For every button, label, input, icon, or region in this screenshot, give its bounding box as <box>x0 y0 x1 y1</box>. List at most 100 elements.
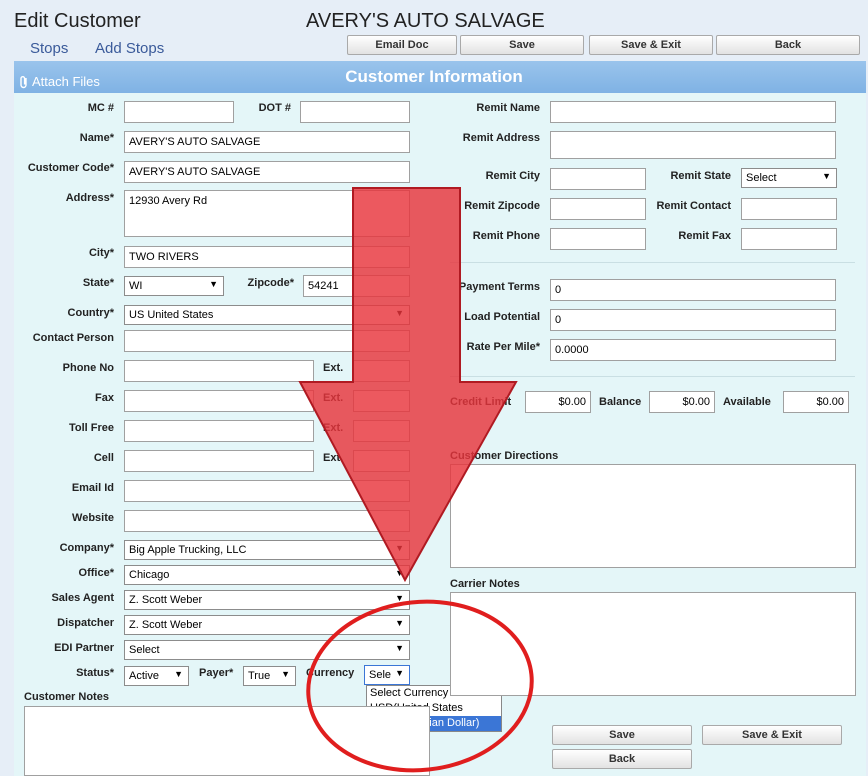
payment-terms-input[interactable]: 0 <box>550 279 836 301</box>
remit-contact-input[interactable] <box>741 198 837 220</box>
save-button-top[interactable]: Save <box>460 35 584 55</box>
remit-name-input[interactable] <box>550 101 836 123</box>
website-input[interactable] <box>124 510 410 532</box>
payer-select[interactable]: True ▼ <box>243 666 296 686</box>
carrier-notes-label: Carrier Notes <box>450 578 520 590</box>
phone-ext-input[interactable] <box>353 360 410 382</box>
sales-agent-select[interactable]: Z. Scott Weber ▼ <box>124 590 410 610</box>
email-doc-button[interactable]: Email Doc <box>347 35 457 55</box>
remit-city-label: Remit City <box>485 170 540 182</box>
fax-ext-input[interactable] <box>353 390 410 412</box>
company-name-heading: AVERY'S AUTO SALVAGE <box>306 10 545 32</box>
contact-person-label: Contact Person <box>32 332 114 344</box>
payment-terms-label: Payment Terms <box>458 281 540 293</box>
name-input[interactable]: AVERY'S AUTO SALVAGE <box>124 131 410 153</box>
dropdown-arrow-icon: ▼ <box>395 568 404 578</box>
dot-label: DOT # <box>258 102 291 114</box>
back-button-bottom[interactable]: Back <box>552 749 692 769</box>
fax-input[interactable] <box>124 390 314 412</box>
remit-state-select[interactable]: Select ▼ <box>741 168 837 188</box>
dropdown-arrow-icon: ▼ <box>395 618 404 628</box>
office-select[interactable]: Chicago ▼ <box>124 565 410 585</box>
country-select[interactable]: US United States ▼ <box>124 305 410 325</box>
remit-phone-label: Remit Phone <box>472 230 540 242</box>
remit-state-label: Remit State <box>670 170 731 182</box>
credit-limit-label: Credit Limit <box>450 396 512 408</box>
city-label: City* <box>88 247 114 259</box>
rate-per-mile-input[interactable]: 0.0000 <box>550 339 836 361</box>
available-label: Available <box>723 396 771 408</box>
state-select[interactable]: WI ▼ <box>124 276 224 296</box>
edi-partner-select[interactable]: Select ▼ <box>124 640 410 660</box>
name-label: Name* <box>79 132 114 144</box>
fax-ext-label: Ext. <box>323 392 344 404</box>
contact-person-input[interactable] <box>124 330 410 352</box>
fax-label: Fax <box>95 392 114 404</box>
currency-label: Currency <box>306 667 355 679</box>
credit-limit-input[interactable]: $0.00 <box>525 391 591 413</box>
add-stops-link[interactable]: Add Stops <box>95 40 164 57</box>
office-label: Office* <box>78 567 114 579</box>
sales-agent-select-value: Z. Scott Weber <box>129 594 203 606</box>
rate-per-mile-label: Rate Per Mile* <box>466 341 540 353</box>
customer-code-label: Customer Code* <box>27 162 114 174</box>
save-exit-button-top[interactable]: Save & Exit <box>589 35 713 55</box>
back-button-top[interactable]: Back <box>716 35 860 55</box>
customer-code-input[interactable]: AVERY'S AUTO SALVAGE <box>124 161 410 183</box>
toll-free-ext-label: Ext. <box>323 422 344 434</box>
save-exit-button-bottom[interactable]: Save & Exit <box>702 725 842 745</box>
zipcode-input[interactable]: 54241 <box>303 275 410 297</box>
phone-label: Phone No <box>62 362 114 374</box>
dropdown-arrow-icon: ▼ <box>395 593 404 603</box>
remit-address-textarea[interactable] <box>550 131 836 159</box>
attach-files-label: Attach Files <box>32 74 100 89</box>
mc-input[interactable] <box>124 101 234 123</box>
address-label: Address* <box>65 192 114 204</box>
payer-label: Payer* <box>199 667 234 679</box>
dropdown-arrow-icon: ▼ <box>281 669 290 679</box>
state-label: State* <box>82 277 114 289</box>
carrier-notes-textarea[interactable] <box>450 592 856 696</box>
load-potential-input[interactable]: 0 <box>550 309 836 331</box>
remit-fax-input[interactable] <box>741 228 837 250</box>
country-select-value: US United States <box>129 309 214 321</box>
company-label: Company* <box>59 542 114 554</box>
cell-input[interactable] <box>124 450 314 472</box>
office-select-value: Chicago <box>129 569 170 581</box>
address-textarea[interactable]: 12930 Avery Rd <box>124 190 410 237</box>
city-input[interactable]: TWO RIVERS <box>124 246 410 268</box>
sales-agent-label: Sales Agent <box>51 592 114 604</box>
currency-select[interactable]: Sele ▼ <box>364 665 410 685</box>
remit-city-input[interactable] <box>550 168 646 190</box>
cell-ext-input[interactable] <box>353 450 410 472</box>
remit-zipcode-input[interactable] <box>550 198 646 220</box>
payer-select-value: True <box>248 670 271 682</box>
toll-free-input[interactable] <box>124 420 314 442</box>
customer-directions-label: Customer Directions <box>450 450 559 462</box>
toll-free-label: Toll Free <box>68 422 114 434</box>
dispatcher-select[interactable]: Z. Scott Weber ▼ <box>124 615 410 635</box>
remit-phone-input[interactable] <box>550 228 646 250</box>
paperclip-icon <box>20 75 27 88</box>
toll-free-ext-input[interactable] <box>353 420 410 442</box>
country-label: Country* <box>67 307 114 319</box>
available-input[interactable]: $0.00 <box>783 391 849 413</box>
save-button-bottom[interactable]: Save <box>552 725 692 745</box>
customer-notes-textarea[interactable] <box>24 706 430 776</box>
divider <box>450 376 855 377</box>
phone-input[interactable] <box>124 360 314 382</box>
mc-label: MC # <box>87 102 114 114</box>
divider <box>450 262 855 263</box>
website-label: Website <box>72 512 114 524</box>
edi-partner-select-value: Select <box>129 644 160 656</box>
attach-files-link[interactable]: Attach Files <box>18 74 100 89</box>
status-select[interactable]: Active ▼ <box>124 666 189 686</box>
remit-address-label: Remit Address <box>462 132 540 144</box>
dot-input[interactable] <box>300 101 410 123</box>
email-input[interactable] <box>124 480 410 502</box>
customer-directions-textarea[interactable] <box>450 464 856 568</box>
balance-input[interactable]: $0.00 <box>649 391 715 413</box>
company-select[interactable]: Big Apple Trucking, LLC ▼ <box>124 540 410 560</box>
dropdown-arrow-icon: ▼ <box>395 543 404 553</box>
stops-link[interactable]: Stops <box>30 40 68 57</box>
